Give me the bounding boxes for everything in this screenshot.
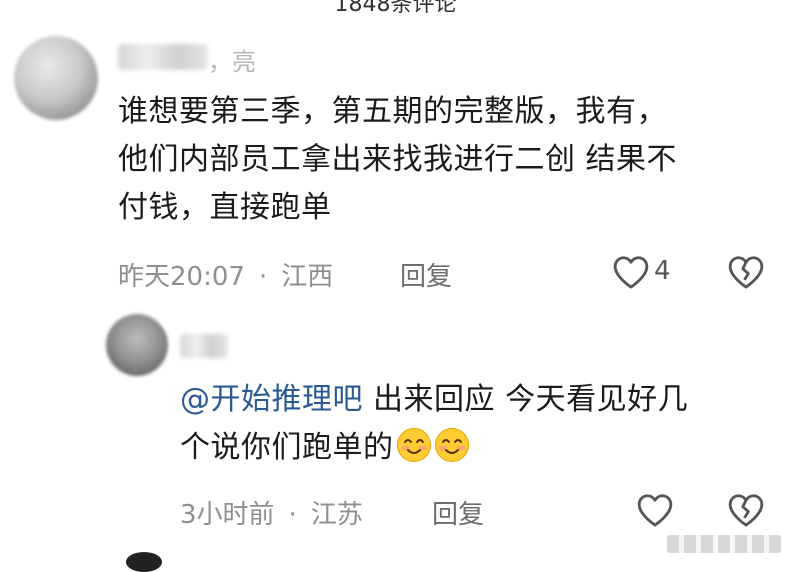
reply-text: @开始推理吧 出来回应 今天看见好几 个说你们跑单的 [180, 376, 688, 472]
username-blurred[interactable] [180, 334, 228, 358]
heart-outline-icon[interactable] [612, 254, 650, 290]
broken-heart-icon[interactable] [727, 254, 765, 290]
meta-separator: · [258, 262, 268, 292]
username-blurred[interactable] [118, 44, 208, 70]
avatar[interactable] [126, 552, 162, 572]
comment-line: 谁想要第三季，第五期的完整版，我有， [118, 94, 667, 129]
reply-line: 个说你们跑单的 [180, 424, 688, 472]
avatar[interactable] [106, 314, 168, 376]
reply-time: 3小时前 [180, 500, 275, 530]
comment-meta: 昨天20:07 · 江西 [118, 256, 333, 293]
reply-meta: 3小时前 · 江苏 [180, 494, 363, 531]
comment-line: 他们内部员工拿出来找我进行二创 结果不 [118, 142, 678, 177]
comment-count-title: 1848条评论 [334, 0, 457, 17]
meta-separator: · [288, 500, 297, 530]
smile-emoji-icon [434, 428, 469, 462]
reply-button[interactable]: 回复 [400, 256, 452, 293]
heart-outline-icon[interactable] [636, 492, 674, 528]
reply-location: 江苏 [310, 500, 363, 530]
comment-time: 昨天20:07 [118, 262, 245, 292]
username-suffix: ，亮 [208, 48, 256, 76]
comment-text: 谁想要第三季，第五期的完整版，我有， 他们内部员工拿出来找我进行二创 结果不 付… [118, 88, 677, 232]
avatar[interactable] [14, 36, 98, 120]
like-count: 4 [654, 256, 671, 286]
reply-button[interactable]: 回复 [432, 494, 484, 531]
broken-heart-icon[interactable] [727, 492, 765, 528]
reply-line-text: 出来回应 今天看见好几 [363, 382, 689, 417]
comment-location: 江西 [281, 262, 334, 292]
comment-line: 付钱，直接跑单 [118, 190, 332, 225]
smile-emoji-icon [396, 428, 431, 462]
reply-line-text: 个说你们跑单的 [180, 430, 394, 465]
watermark [667, 535, 781, 553]
reply-line: @开始推理吧 出来回应 今天看见好几 [180, 376, 688, 424]
mention-link[interactable]: @开始推理吧 [180, 382, 363, 417]
